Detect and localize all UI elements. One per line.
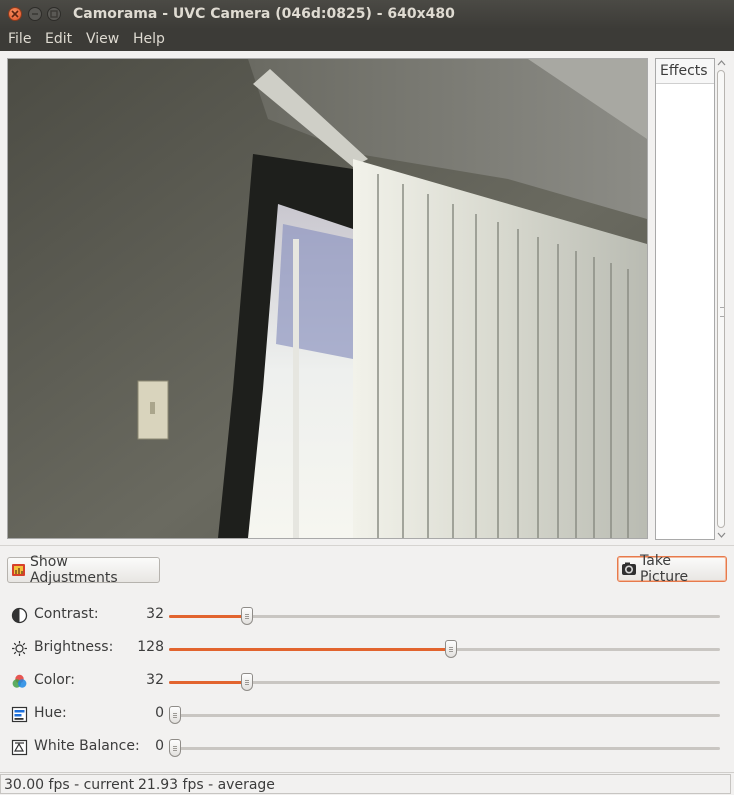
effects-scrollbar[interactable] xyxy=(716,58,727,540)
white-balance-value: 0 xyxy=(155,738,164,754)
separator xyxy=(0,545,734,546)
adjustments-icon xyxy=(10,561,28,579)
hue-row: Hue: 0 xyxy=(0,703,734,727)
hue-label: Hue: xyxy=(34,705,67,721)
contrast-label: Contrast: xyxy=(34,606,99,622)
show-adjustments-button[interactable]: Show Adjustments xyxy=(7,554,160,586)
color-row: Color: 32 xyxy=(0,670,734,694)
contrast-value: 32 xyxy=(146,606,164,622)
contrast-row: Contrast: 32 xyxy=(0,604,734,628)
brightness-slider-handle[interactable] xyxy=(445,640,457,658)
menu-bar: File Edit View Help xyxy=(0,29,734,51)
brightness-icon xyxy=(12,641,27,656)
brightness-value: 128 xyxy=(137,639,164,655)
menu-view[interactable]: View xyxy=(84,31,121,47)
status-bar: 30.00 fps - current 21.93 fps - average xyxy=(0,772,734,795)
white-balance-row: White Balance: 0 xyxy=(0,736,734,760)
hue-icon xyxy=(11,706,28,723)
effects-header[interactable]: Effects xyxy=(656,59,714,84)
title-bar: Camorama - UVC Camera (046d:0825) - 640x… xyxy=(0,0,734,29)
minimize-icon xyxy=(32,13,38,15)
effects-panel[interactable]: Effects xyxy=(655,58,715,540)
menu-help[interactable]: Help xyxy=(131,31,167,47)
white-balance-icon xyxy=(11,739,28,756)
scroll-up-icon[interactable] xyxy=(716,58,727,68)
menu-edit[interactable]: Edit xyxy=(43,31,74,47)
show-adjustments-label: Show Adjustments xyxy=(30,554,118,586)
color-icon xyxy=(12,674,27,688)
hue-value: 0 xyxy=(155,705,164,721)
close-window-button[interactable] xyxy=(8,7,22,21)
close-icon xyxy=(11,10,19,18)
color-slider[interactable] xyxy=(169,673,720,691)
fps-average: 21.93 fps - average xyxy=(138,777,275,793)
maximize-icon xyxy=(50,10,58,18)
minimize-window-button[interactable] xyxy=(28,7,42,21)
maximize-window-button[interactable] xyxy=(47,7,61,21)
brightness-row: Brightness: 128 xyxy=(0,637,734,661)
contrast-slider[interactable] xyxy=(169,607,720,625)
white-balance-slider[interactable] xyxy=(169,739,720,757)
color-slider-handle[interactable] xyxy=(241,673,253,691)
contrast-slider-handle[interactable] xyxy=(241,607,253,625)
contrast-icon xyxy=(11,607,28,624)
color-value: 32 xyxy=(146,672,164,688)
camera-preview xyxy=(7,58,648,539)
brightness-label: Brightness: xyxy=(34,639,114,655)
white-balance-slider-handle[interactable] xyxy=(169,739,181,757)
window-title: Camorama - UVC Camera (046d:0825) - 640x… xyxy=(73,6,455,22)
take-picture-label: Take Picture xyxy=(640,553,689,585)
color-label: Color: xyxy=(34,672,76,688)
scroll-thumb[interactable] xyxy=(717,70,725,528)
take-picture-button[interactable]: Take Picture xyxy=(617,553,727,585)
camera-icon xyxy=(620,560,638,578)
fps-current: 30.00 fps - current xyxy=(4,777,135,793)
menu-file[interactable]: File xyxy=(6,31,33,47)
brightness-slider[interactable] xyxy=(169,640,720,658)
scroll-down-icon[interactable] xyxy=(716,530,727,540)
hue-slider[interactable] xyxy=(169,706,720,724)
camera-image xyxy=(8,59,647,538)
hue-slider-handle[interactable] xyxy=(169,706,181,724)
